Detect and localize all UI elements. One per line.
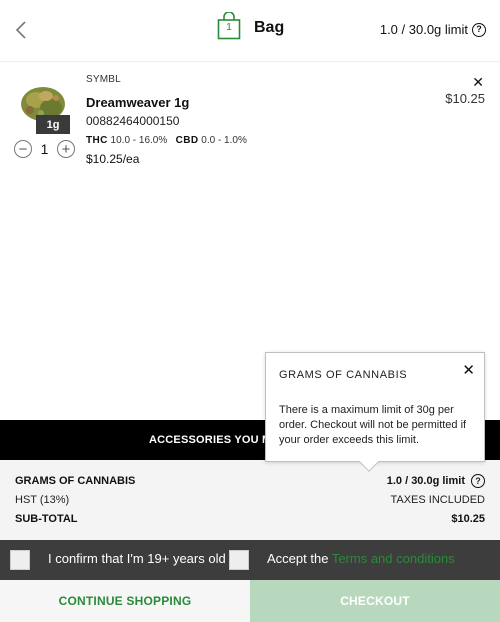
age-confirm-text: I confirm that I'm 19+ years old bbox=[48, 551, 226, 566]
hst-value: TAXES INCLUDED bbox=[390, 494, 485, 506]
plus-circle-icon[interactable]: + bbox=[57, 140, 75, 158]
size-badge: 1g bbox=[36, 115, 70, 134]
thc-label: THC bbox=[86, 135, 108, 146]
help-circle-icon[interactable]: ? bbox=[472, 22, 486, 37]
back-button[interactable] bbox=[10, 18, 32, 42]
help-circle-icon[interactable]: ? bbox=[471, 474, 485, 488]
summary-row-subtotal: SUB-TOTAL $10.25 bbox=[15, 513, 485, 525]
subtotal-label: SUB-TOTAL bbox=[15, 513, 78, 525]
page-title: Bag bbox=[254, 19, 285, 36]
grams-label: GRAMS OF CANNABIS bbox=[15, 475, 136, 487]
potency-info: THC 10.0 - 16.0% CBD 0.0 - 1.0% bbox=[86, 135, 247, 146]
terms-checkbox[interactable] bbox=[229, 550, 249, 570]
quantity-stepper: − 1 + bbox=[14, 140, 75, 158]
hst-label: HST (13%) bbox=[15, 494, 70, 506]
summary-row-grams: GRAMS OF CANNABIS 1.0 / 30.0g limit ? bbox=[15, 474, 485, 488]
bag-count-badge: 1 bbox=[226, 22, 232, 33]
product-name[interactable]: Dreamweaver 1g bbox=[86, 95, 189, 110]
product-brand: SYMBL bbox=[86, 74, 121, 85]
grams-value: 1.0 / 30.0g limit bbox=[386, 475, 465, 487]
terms-confirm: Accept the Terms and conditions bbox=[267, 551, 455, 566]
header-limit: 1.0 / 30.0g limit ? bbox=[380, 22, 486, 37]
line-total: $10.25 bbox=[445, 91, 485, 106]
limit-text: 1.0 / 30.0g limit bbox=[379, 22, 468, 37]
terms-link[interactable]: Terms and conditions bbox=[332, 551, 455, 566]
remove-item-button[interactable]: ✕ bbox=[472, 74, 484, 91]
continue-shopping-button[interactable]: CONTINUE SHOPPING bbox=[0, 580, 250, 622]
confirm-bar: I confirm that I'm 19+ years old Accept … bbox=[0, 540, 500, 580]
cart-item: 1g − 1 + SYMBL Dreamweaver 1g 0088246400… bbox=[0, 62, 500, 172]
unit-price: $10.25/ea bbox=[86, 152, 140, 166]
subtotal-value: $10.25 bbox=[451, 513, 485, 525]
thc-range: 10.0 - 16.0% bbox=[110, 135, 168, 146]
grams-info-popover: GRAMS OF CANNABIS ✕ There is a maximum l… bbox=[265, 352, 485, 472]
chevron-left-icon bbox=[15, 21, 26, 39]
order-summary: GRAMS OF CANNABIS 1.0 / 30.0g limit ? HS… bbox=[0, 460, 500, 540]
header: 1 Bag 1.0 / 30.0g limit ? bbox=[0, 0, 500, 62]
cbd-range: 0.0 - 1.0% bbox=[201, 135, 247, 146]
age-checkbox[interactable] bbox=[10, 550, 30, 570]
cbd-label: CBD bbox=[175, 135, 199, 146]
close-icon[interactable]: ✕ bbox=[462, 361, 475, 379]
minus-circle-icon[interactable]: − bbox=[14, 140, 32, 158]
quantity-value: 1 bbox=[40, 141, 49, 157]
popover-title: GRAMS OF CANNABIS bbox=[279, 369, 408, 381]
popover-body: There is a maximum limit of 30g per orde… bbox=[279, 404, 467, 446]
product-sku: 00882464000150 bbox=[86, 114, 180, 128]
accept-text: Accept the bbox=[267, 551, 329, 566]
checkout-button[interactable]: CHECKOUT bbox=[250, 580, 500, 622]
summary-row-hst: HST (13%) TAXES INCLUDED bbox=[15, 494, 485, 506]
